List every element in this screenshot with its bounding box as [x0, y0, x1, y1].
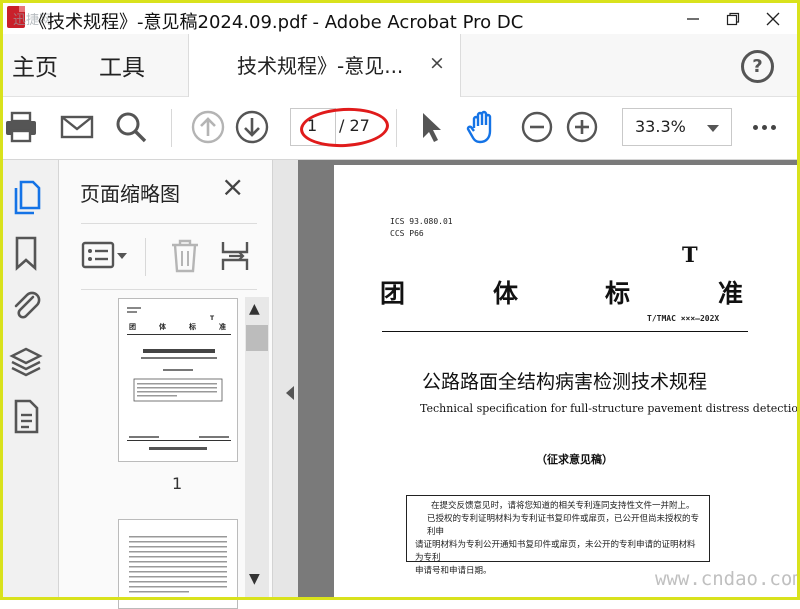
navigation-rail — [3, 160, 59, 597]
svg-text:团: 团 — [129, 322, 136, 331]
document-tab-label: 技术规程》-意见... — [237, 54, 404, 78]
email-icon[interactable] — [59, 109, 95, 145]
maximize-button[interactable] — [713, 6, 753, 32]
title-bar: 迅捷网 《技术规程》-意见稿2024.09.pdf - Adobe Acroba… — [3, 3, 797, 34]
thumbnail-options-icon[interactable] — [81, 239, 129, 271]
search-icon[interactable] — [113, 109, 149, 145]
toolbar-divider — [396, 109, 397, 147]
thumbnail-page-preview — [129, 536, 227, 593]
ics-code: ICS 93.080.01 — [390, 217, 453, 226]
heading-rule — [382, 331, 748, 332]
toolbar: 1 / 27 33.3% — [3, 97, 797, 160]
select-arrow-icon[interactable] — [413, 109, 449, 145]
document-number: T/TMAC ×××—202X — [647, 314, 720, 323]
chevron-down-icon[interactable]: ▼ — [249, 571, 260, 587]
document-tab-close-button[interactable]: × — [429, 52, 445, 74]
ccs-code: CCS P66 — [390, 229, 424, 238]
svg-text:标: 标 — [188, 322, 196, 331]
zoom-value: 33.3% — [635, 117, 686, 136]
thumbnail-page[interactable]: T 团 体 标 准 — [118, 298, 238, 462]
thumbnail-scrollbar[interactable]: ▲ ▼ — [245, 297, 269, 597]
layers-icon[interactable] — [9, 343, 43, 383]
panel-divider — [81, 223, 257, 224]
svg-text:T: T — [210, 315, 215, 322]
tab-tools[interactable]: 工具 — [99, 48, 145, 82]
rotate-page-icon[interactable] — [219, 238, 251, 274]
zoom-in-icon[interactable] — [564, 109, 600, 145]
standard-mark: T — [682, 242, 698, 267]
next-page-icon[interactable] — [234, 109, 270, 145]
print-icon[interactable] — [3, 109, 39, 145]
document-tab[interactable]: 技术规程》-意见... × — [188, 34, 461, 98]
page-thumbnails-icon[interactable] — [9, 177, 43, 217]
more-dot-icon — [753, 124, 758, 130]
toolbar-divider — [171, 109, 172, 147]
site-watermark: www.cndao.com — [655, 568, 800, 590]
standard-heading-char: 团 — [380, 279, 406, 308]
more-dot-icon — [762, 124, 767, 130]
more-dot-icon — [771, 124, 776, 130]
thumbnail-page-preview: T 团 体 标 准 — [127, 307, 231, 450]
window-title: 《技术规程》-意见稿2024.09.pdf - Adobe Acrobat Pr… — [29, 12, 524, 33]
notice-line: 请证明材料为专利公开通知书复印件或扉页，未公开的专利申请的证明材料为专利 — [415, 540, 696, 563]
document-title: 公路路面全结构病害检测技术规程 — [422, 371, 708, 393]
standard-heading-char: 体 — [493, 279, 519, 308]
trash-icon[interactable] — [169, 238, 201, 274]
minimize-button[interactable] — [673, 6, 713, 32]
svg-text:准: 准 — [219, 322, 226, 331]
bookmark-icon[interactable] — [9, 233, 43, 273]
chevron-up-icon[interactable]: ▲ — [249, 301, 260, 317]
collapse-panel-icon[interactable] — [286, 386, 294, 400]
tab-home[interactable]: 主页 — [12, 48, 58, 82]
svg-text:体: 体 — [159, 322, 167, 331]
close-window-button[interactable] — [753, 6, 793, 32]
more-tools-button[interactable] — [753, 119, 785, 135]
chevron-down-icon — [707, 125, 719, 132]
notice-line: 已授权的专利证明材料为专利证书复印件或扉页，已公开但尚未授权的专利申 — [427, 514, 700, 537]
hand-tool-icon[interactable] — [465, 109, 501, 145]
scrollbar-thumb[interactable] — [246, 325, 268, 351]
attachment-icon[interactable] — [9, 285, 43, 325]
patent-notice-box: 在提交反馈意见时，请将您知道的相关专利连同支持性文件一并附上。 已授权的专利证明… — [406, 495, 710, 576]
standard-heading-char: 准 — [718, 279, 744, 308]
close-icon — [766, 12, 780, 26]
draft-label: （征求意见稿） — [536, 453, 613, 466]
minimize-icon — [687, 18, 699, 20]
document-title-english: Technical specification for full-structu… — [420, 402, 800, 415]
notice-line: 在提交反馈意见时，请将您知道的相关专利连同支持性文件一并附上。 — [431, 501, 695, 511]
zoom-out-icon[interactable] — [519, 109, 555, 145]
toolbar-divider — [145, 238, 146, 276]
zoom-select[interactable]: 33.3% — [622, 108, 732, 146]
help-button[interactable]: ? — [741, 50, 774, 83]
thumbnail-page-number: 1 — [172, 474, 183, 493]
restore-icon — [726, 12, 740, 26]
thumbnail-page[interactable] — [118, 519, 238, 609]
standard-heading-char: 标 — [605, 279, 631, 308]
panel-close-button[interactable]: × — [221, 170, 244, 203]
panel-divider — [81, 289, 257, 290]
panel-splitter[interactable] — [272, 160, 298, 597]
panel-title: 页面缩略图 — [80, 182, 180, 206]
document-properties-icon[interactable] — [9, 397, 43, 437]
previous-page-icon[interactable] — [190, 109, 226, 145]
